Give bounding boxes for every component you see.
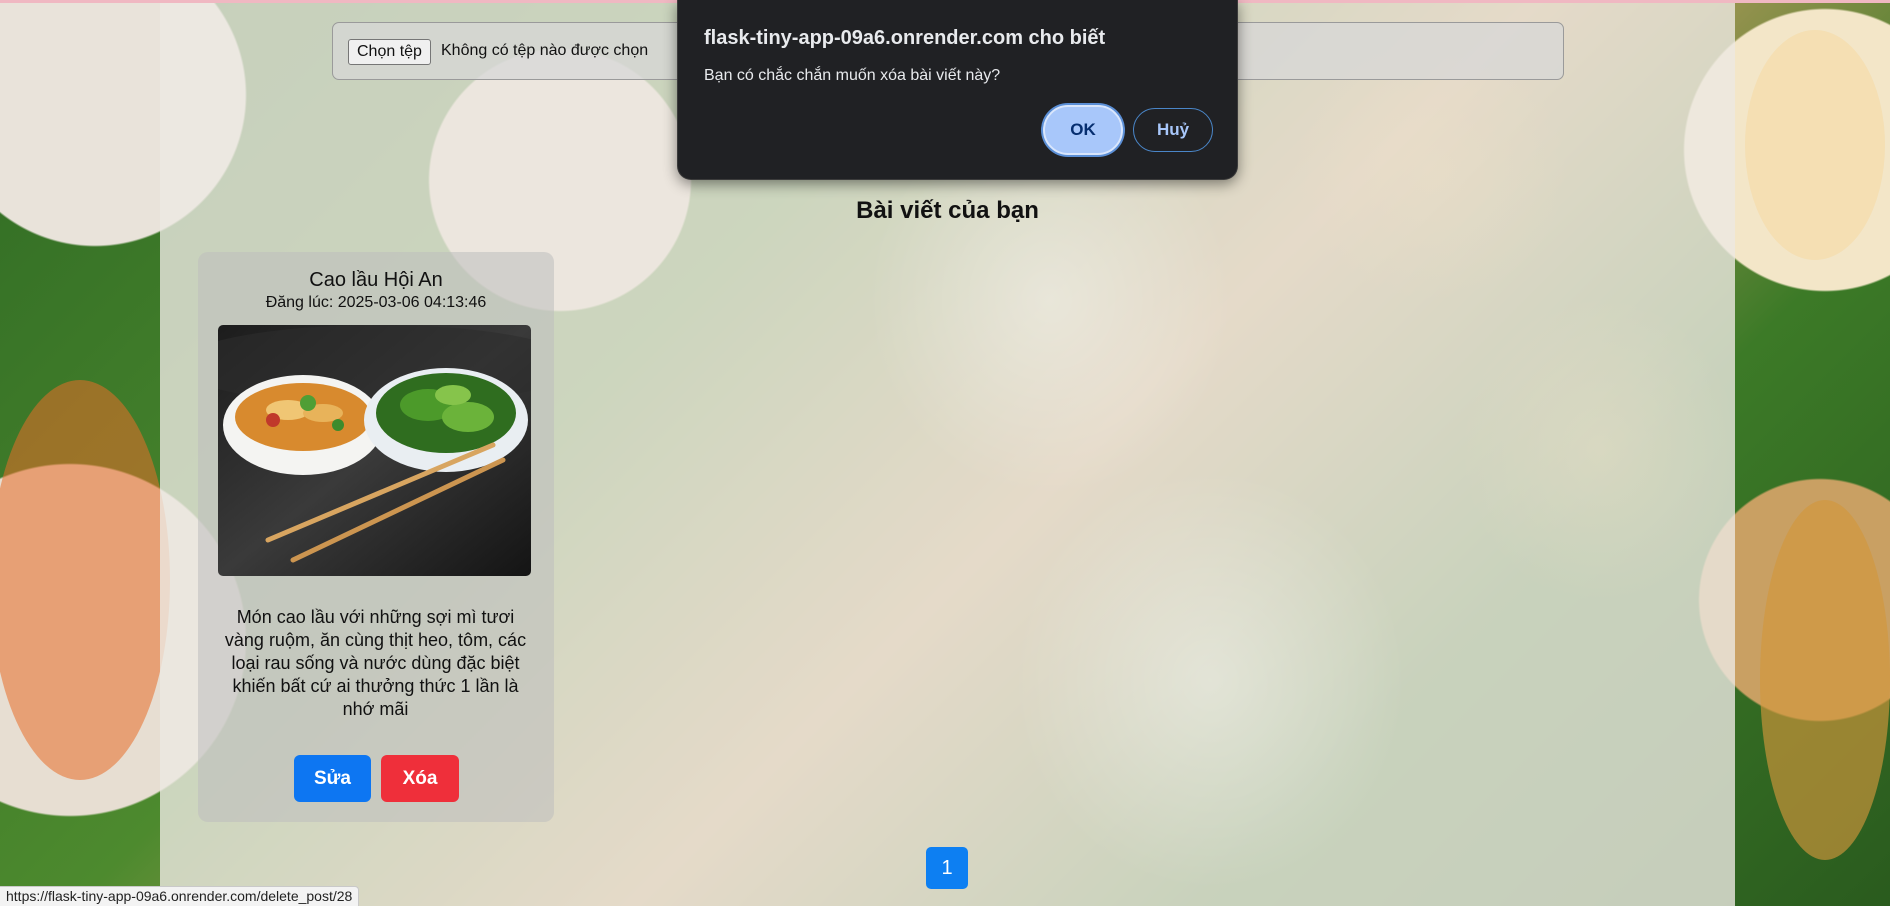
fried-roll-decoration (1760, 500, 1890, 860)
edit-button[interactable]: Sửa (294, 755, 371, 802)
confirm-dialog: flask-tiny-app-09a6.onrender.com cho biế… (677, 0, 1238, 180)
cao-lau-photo (218, 325, 531, 576)
post-body: Món cao lầu với những sợi mì tươi vàng r… (224, 607, 527, 719)
spring-roll-decoration (1745, 30, 1885, 260)
salad-dish-decoration (0, 380, 170, 780)
pagination-page-button[interactable]: 1 (926, 847, 968, 889)
status-bar-url: https://flask-tiny-app-09a6.onrender.com… (0, 886, 360, 906)
dialog-ok-button[interactable]: OK (1043, 105, 1123, 155)
dialog-cancel-button[interactable]: Huỷ (1133, 108, 1213, 152)
file-status-text: Không có tệp nào được chọn (441, 42, 649, 59)
dialog-title: flask-tiny-app-09a6.onrender.com cho biế… (704, 27, 1106, 49)
post-title: Cao lầu Hội An (309, 269, 443, 291)
dialog-message: Bạn có chắc chắn muốn xóa bài viết này? (704, 67, 1001, 84)
choose-file-button[interactable]: Chọn tệp (348, 39, 431, 65)
post-date: Đăng lúc: 2025-03-06 04:13:46 (265, 294, 487, 311)
delete-button[interactable]: Xóa (381, 755, 459, 802)
post-image (218, 325, 531, 576)
page-title: Bài viết của bạn (856, 197, 1039, 224)
post-card: Cao lầu Hội An Đăng lúc: 2025-03-06 04:1… (198, 252, 554, 822)
